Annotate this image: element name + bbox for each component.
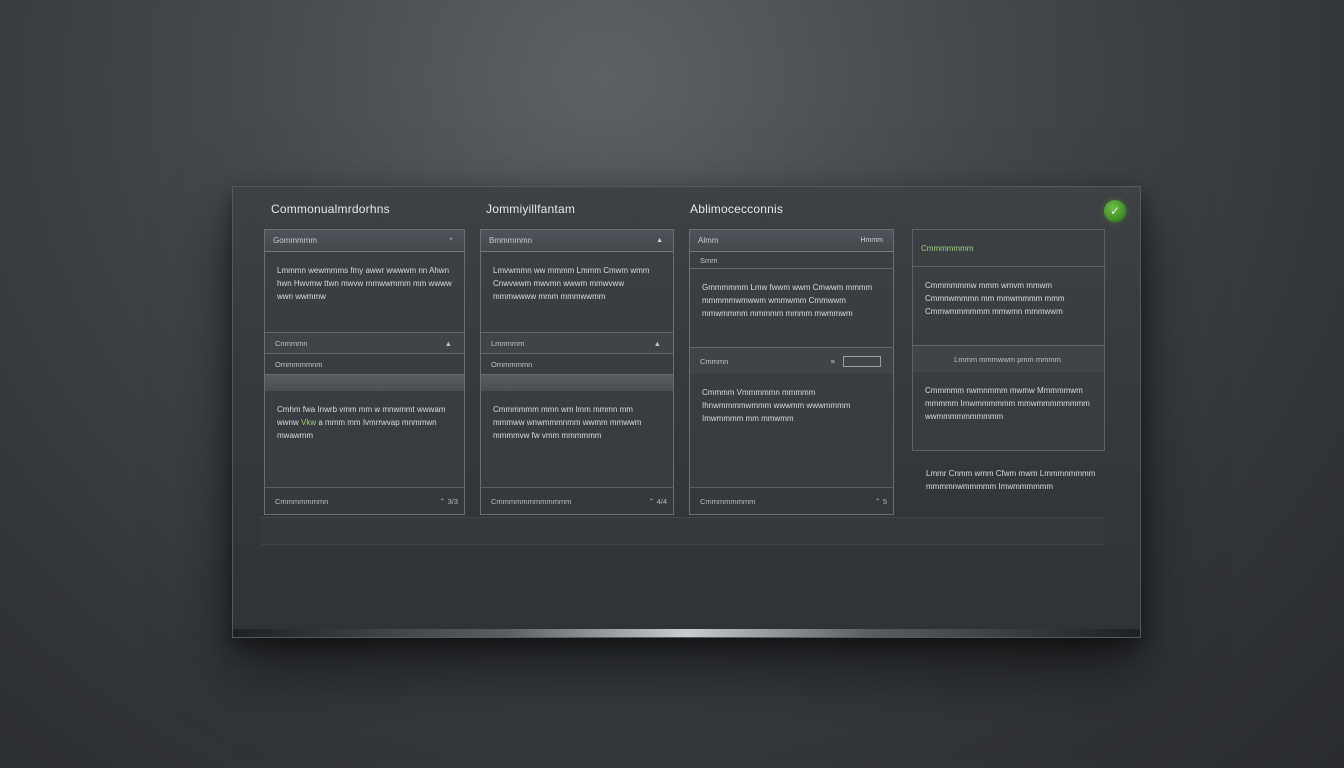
card-2-row-3[interactable] [481,374,673,391]
card-4: Cmmmmmmm Cmmmmmmw mmm wmvm mmwm Cmmnwmmm… [912,229,1105,451]
card-2-paragraph-2: Cmmmmmm mmn wm lmm mmmn mm mmmww wnwmmmn… [493,405,642,440]
card-2-header[interactable]: Bmmmmmn ▲ [481,230,673,252]
card-3-row-1[interactable]: Smm [690,252,893,269]
card-2-paragraph: Lmvwmmn ww mmmm Lmmm Cmwm wmm Cnwvwwm mw… [493,266,650,301]
card-2-row-1[interactable]: Lmnmmm ▲ [481,332,673,353]
card-1-row-1[interactable]: Cnmmmn ▲ [265,332,464,353]
card-2-row-2-label: Ommmmmn [491,359,533,369]
chevron-up-icon[interactable]: ▲ [656,237,663,244]
panel-edge [233,629,1140,637]
column-title-1: Commonualmrdorhns [271,202,390,216]
main-panel: Commonualmrdorhns Jommiyillfantam Ablimo… [232,186,1141,638]
card-3-pager[interactable]: ⌃ 5 [874,497,887,506]
card-4-tail-paragraph: Lmmr Cnmm wmm Cfwm mwm Lmmmnmmmm mmmmnwm… [926,469,1096,491]
column-title-2: Jommiyillfantam [486,202,576,216]
card-3-paragraph-2: Cmmmm Vmmmmmn mmmmm Ihnwmmmmwmmm wwwmm w… [702,388,851,423]
card-4-row-1[interactable]: Lmmm mmmwwm pmm mmmm [913,345,1104,372]
card-2-footer-label: Cmmmmmmmmmmmm [491,496,572,506]
card-1-row-2[interactable]: Ommmmmnm [265,353,464,374]
card-3-footer: Cmmmmmmmm ⌃ 5 [690,487,893,514]
card-1-pager[interactable]: ⌃ 3/3 [439,497,458,506]
card-2: Bmmmmmn ▲ Lmvwmmn ww mmmm Lmmm Cmwm wmm … [480,229,674,515]
caret-icon[interactable]: ▲ [445,339,452,348]
card-4-header-label: Cmmmmmmm [921,243,974,253]
card-1-footer-label: Cmmmmmmmn [275,496,329,506]
card-1: Gommmmm ⌃ Lmmmn wewmmms fmy awwr wwwwm n… [264,229,465,515]
card-2-footer: Cmmmmmmmmmmmm ⌃ 4/4 [481,487,673,514]
card-1-footer: Cmmmmmmmn ⌃ 3/3 [265,487,464,514]
card-3-row-1-label: Smm [700,255,718,265]
card-1-paragraph: Lmmmn wewmmms fmy awwr wwwwm nn Ahwn hwn… [277,266,452,301]
card-1-row-3[interactable] [265,374,464,391]
card-3-row-2[interactable]: Cmmmn ≡ [690,347,893,374]
card-4-paragraph-2: Cmmmmm nwmnmmm mwmw Mmmmmwm mmmmm Imwmmm… [925,386,1090,421]
card-4-row-1-label: Lmmm mmmwwm pmm mmmm [954,354,1061,364]
caret-icon[interactable]: ▲ [654,339,661,348]
card-2-pager[interactable]: ⌃ 4/4 [648,497,667,506]
card-3-header[interactable]: Almm Hmmm [690,230,893,252]
card-1-row-1-label: Cnmmmn [275,338,308,348]
card-1-header[interactable]: Gommmmm ⌃ [265,230,464,252]
card-1-header-label: Gommmmm [273,236,317,245]
lower-strip [261,517,1104,545]
card-3-filter[interactable]: ≡ [831,355,881,367]
card-3-header-label: Almm [698,236,719,245]
card-1-highlight: Vkw [301,418,317,427]
card-3: Almm Hmmm Smm Gmmmmmm Lmw fwwm wwm Cmwwm… [689,229,894,515]
card-3-paragraph: Gmmmmmm Lmw fwwm wwm Cmwwm mmmm mmmmmwmw… [702,283,873,318]
menu-icon[interactable]: ≡ [831,357,835,366]
card-1-row-2-label: Ommmmmnm [275,359,323,369]
card-2-row-2[interactable]: Ommmmmn [481,353,673,374]
column-title-3: Ablimocecconnis [690,202,784,216]
card-3-mini-input[interactable] [843,355,881,367]
card-3-footer-label: Cmmmmmmmm [700,496,756,506]
card-4-header[interactable]: Cmmmmmmm [913,230,1104,267]
card-3-row-2-label: Cmmmn [700,356,729,366]
card-3-header-right[interactable]: Hmmm [860,237,883,244]
chevron-up-icon[interactable]: ⌃ [448,237,454,245]
card-2-header-label: Bmmmmmn [489,236,533,245]
card-4-paragraph: Cmmmmmmw mmm wmvm mmwm Cmmnwmmmn mm mmwm… [925,281,1065,316]
card-2-row-1-label: Lmnmmm [491,338,525,348]
check-icon[interactable]: ✓ [1104,200,1126,222]
card-1-paragraph-2: Cmhm fwa Inwrb vmm mm w mnwmmt wwwam wwn… [265,391,464,442]
